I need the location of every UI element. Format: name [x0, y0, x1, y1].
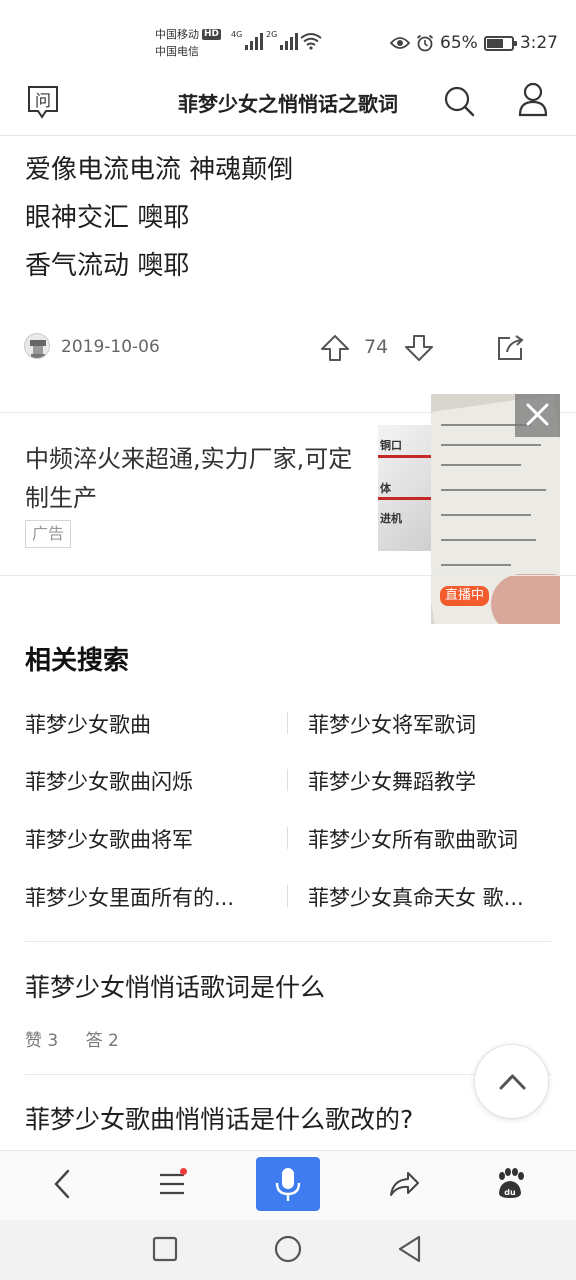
recent-apps-icon[interactable] [152, 1236, 178, 1262]
ad-image[interactable]: 铜口 体 进机 [378, 425, 432, 551]
lyrics-block: 爱像电流电流 神魂颠倒 眼神交汇 噢耶 香气流动 噢耶 [25, 146, 293, 290]
downvote-icon[interactable] [404, 334, 434, 362]
bottom-toolbar: du [0, 1150, 576, 1220]
eye-icon [390, 37, 411, 49]
live-badge: 直播中 [440, 586, 490, 606]
ad-title[interactable]: 中频淬火来超通,实力厂家,可定制生产 [25, 440, 355, 518]
top-header: 问 菲梦少女之悄悄话之歌词 [0, 72, 576, 136]
live-video-window[interactable]: 直播中 [431, 394, 560, 624]
divider [25, 941, 551, 942]
svg-text:du: du [504, 1188, 516, 1197]
alarm-icon [416, 34, 434, 52]
baidu-paw-icon[interactable]: du [494, 1167, 526, 1199]
signal-icon-1: 4G [231, 30, 264, 50]
share-arrow-icon[interactable] [388, 1169, 420, 1199]
lyrics-line: 眼神交汇 噢耶 [25, 203, 190, 233]
related-item[interactable]: 菲梦少女舞蹈教学 [308, 766, 548, 796]
vote-count: 74 [364, 336, 389, 358]
search-icon[interactable] [442, 84, 476, 118]
related-item[interactable]: 菲梦少女歌曲将军 [25, 824, 265, 854]
question-title[interactable]: 菲梦少女歌曲悄悄话是什么歌改的? [25, 1100, 413, 1136]
related-item[interactable]: 菲梦少女真命天女 歌... [308, 882, 548, 912]
back-icon[interactable] [50, 1167, 74, 1201]
close-icon [526, 403, 549, 426]
related-heading: 相关搜索 [25, 646, 130, 676]
related-item[interactable]: 菲梦少女里面所有的... [25, 882, 265, 912]
status-right: 65% 3:27 [390, 33, 558, 53]
question-title[interactable]: 菲梦少女悄悄话歌词是什么 [25, 968, 325, 1004]
lyrics-line: 爱像电流电流 神魂颠倒 [25, 155, 294, 185]
related-item[interactable]: 菲梦少女歌曲 [25, 709, 265, 739]
page-title: 菲梦少女之悄悄话之歌词 [178, 92, 398, 116]
ad-badge: 广告 [25, 520, 72, 548]
answer-date: 2019-10-06 [61, 337, 160, 357]
home-icon[interactable] [273, 1234, 303, 1264]
carrier-1: 中国移动 [155, 28, 199, 41]
network-type-1: 4G [231, 30, 243, 39]
ad-image-label: 进机 [380, 512, 402, 525]
share-icon[interactable] [496, 334, 526, 362]
ad-image-label: 铜口 [380, 439, 402, 452]
related-item[interactable]: 菲梦少女将军歌词 [308, 709, 548, 739]
carrier-2: 中国电信 [155, 45, 199, 58]
hd-badge: HD [202, 29, 222, 40]
live-close-button[interactable] [515, 394, 560, 437]
clock: 3:27 [519, 33, 558, 53]
question-likes: 赞 3 [25, 1031, 59, 1051]
divider [0, 575, 576, 576]
notification-dot [180, 1168, 187, 1175]
system-navigation-bar [0, 1220, 576, 1280]
signal-icon-2: 2G [266, 30, 299, 50]
avatar[interactable] [24, 333, 50, 359]
ad-image-label: 体 [380, 482, 391, 495]
battery-icon [483, 35, 517, 51]
chevron-up-icon [499, 1074, 526, 1090]
question-stats: 赞 3 答 2 [25, 1026, 141, 1051]
microphone-icon [275, 1168, 301, 1201]
upvote-icon[interactable] [320, 334, 350, 362]
question-answers: 答 2 [85, 1031, 119, 1051]
related-item[interactable]: 菲梦少女所有歌曲歌词 [308, 824, 548, 854]
back-to-top-button[interactable] [474, 1044, 549, 1119]
related-item[interactable]: 菲梦少女歌曲闪烁 [25, 766, 265, 796]
network-type-2: 2G [266, 30, 278, 39]
wifi-icon [300, 33, 322, 50]
lyrics-line: 香气流动 噢耶 [25, 251, 190, 281]
answer-meta: 2019-10-06 74 [24, 332, 554, 364]
status-bar: 中国移动 HD 中国电信 4G 2G 65% 3:27 [0, 0, 576, 72]
user-icon[interactable] [517, 82, 549, 118]
back-triangle-icon[interactable] [396, 1234, 424, 1264]
divider [25, 1074, 551, 1075]
voice-search-button[interactable] [256, 1157, 320, 1211]
carrier-info: 中国移动 HD 中国电信 [155, 26, 222, 60]
battery-percent: 65% [440, 33, 478, 53]
